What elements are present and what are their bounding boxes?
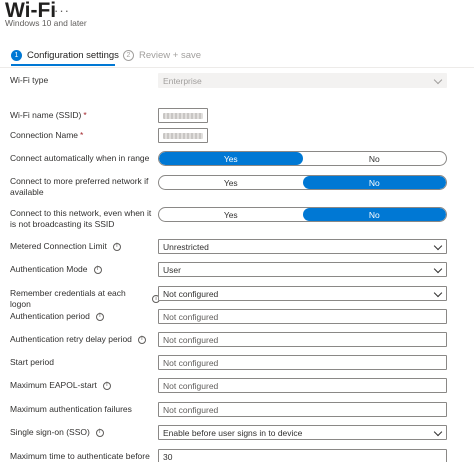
auth-period-input[interactable]: Not configured (158, 309, 447, 324)
chevron-down-icon (433, 264, 443, 274)
info-icon[interactable]: i (95, 428, 104, 437)
connect-hidden-yes[interactable]: Yes (159, 208, 303, 221)
connect-hidden-label: Connect to this network, even when it is… (10, 208, 152, 229)
chevron-down-icon (433, 241, 443, 251)
info-icon[interactable]: i (102, 381, 111, 390)
start-period-label: Start period (10, 357, 54, 367)
wifi-type-label: Wi-Fi type (10, 75, 49, 85)
wifi-type-dropdown[interactable]: Enterprise (158, 73, 447, 88)
sso-label: Single sign-on (SSO) i (10, 427, 156, 438)
metered-label: Metered Connection Limit i (10, 241, 156, 252)
auth-retry-label: Authentication retry delay period i (10, 334, 156, 345)
connect-preferred-no[interactable]: No (302, 176, 446, 189)
remember-creds-dropdown[interactable]: Not configured (158, 286, 447, 301)
metered-value: Unrestricted (163, 241, 209, 252)
info-icon[interactable]: i (93, 265, 102, 274)
required-marker: * (80, 130, 84, 140)
auth-period-placeholder: Not configured (163, 311, 219, 322)
connect-auto-label: Connect automatically when in range (10, 153, 150, 163)
start-period-placeholder: Not configured (163, 357, 219, 368)
connect-preferred-label: Connect to more preferred network if ava… (10, 176, 149, 197)
remember-creds-label: Remember credentials at each logon i (10, 288, 160, 310)
step-label: Configuration settings (27, 50, 119, 61)
redacted-text (163, 112, 203, 119)
wizard-steps: 1 Configuration settings 2 Review + save (0, 44, 474, 68)
step-label: Review + save (139, 50, 202, 61)
max-auth-fail-placeholder: Not configured (163, 404, 219, 415)
max-time-value: 30 (163, 451, 173, 462)
auth-mode-value: User (163, 264, 181, 275)
info-icon[interactable]: i (95, 312, 104, 321)
connect-hidden-toggle[interactable]: Yes No (158, 207, 447, 222)
connect-auto-toggle[interactable]: Yes No (158, 151, 447, 166)
redacted-text (163, 132, 203, 139)
max-eapol-placeholder: Not configured (163, 380, 219, 391)
ssid-label: Wi-Fi name (SSID) * (10, 110, 87, 120)
step-number-badge: 1 (11, 50, 22, 61)
active-step-indicator (11, 64, 115, 66)
chevron-down-icon (433, 288, 443, 298)
connection-name-input[interactable] (158, 128, 208, 143)
auth-retry-placeholder: Not configured (163, 334, 219, 345)
max-auth-fail-label: Maximum authentication failures (10, 404, 132, 414)
connect-preferred-yes[interactable]: Yes (159, 176, 303, 189)
connection-name-label: Connection Name * (10, 130, 84, 140)
step-number-badge: 2 (123, 50, 134, 61)
chevron-down-icon (433, 427, 443, 437)
sso-value: Enable before user signs in to device (163, 427, 303, 438)
more-options-button[interactable]: ··· (54, 3, 70, 18)
wifi-type-value: Enterprise (163, 75, 202, 86)
auth-mode-dropdown[interactable]: User (158, 262, 447, 277)
remember-creds-value: Not configured (163, 288, 219, 299)
auth-retry-input[interactable]: Not configured (158, 332, 447, 347)
chevron-down-icon (433, 75, 443, 85)
ssid-input[interactable] (158, 108, 208, 123)
sso-dropdown[interactable]: Enable before user signs in to device (158, 425, 447, 440)
max-eapol-input[interactable]: Not configured (158, 378, 447, 393)
max-time-input[interactable]: 30 (158, 449, 447, 462)
connect-auto-no[interactable]: No (303, 152, 447, 165)
max-auth-fail-input[interactable]: Not configured (158, 402, 447, 417)
required-marker: * (83, 110, 87, 120)
connect-hidden-no[interactable]: No (302, 208, 446, 221)
page-subtitle: Windows 10 and later (5, 18, 87, 28)
start-period-input[interactable]: Not configured (158, 355, 447, 370)
connect-auto-yes[interactable]: Yes (159, 152, 303, 165)
auth-period-label: Authentication period i (10, 311, 156, 322)
info-icon[interactable]: i (112, 242, 121, 251)
auth-mode-label: Authentication Mode i (10, 264, 156, 275)
max-eapol-label: Maximum EAPOL-start i (10, 380, 156, 391)
max-time-label: Maximum time to authenticate before (10, 451, 150, 461)
connect-preferred-toggle[interactable]: Yes No (158, 175, 447, 190)
step-configuration-settings[interactable]: 1 Configuration settings (11, 50, 119, 61)
step-review-save[interactable]: 2 Review + save (123, 50, 201, 61)
info-icon[interactable]: i (137, 335, 146, 344)
metered-dropdown[interactable]: Unrestricted (158, 239, 447, 254)
